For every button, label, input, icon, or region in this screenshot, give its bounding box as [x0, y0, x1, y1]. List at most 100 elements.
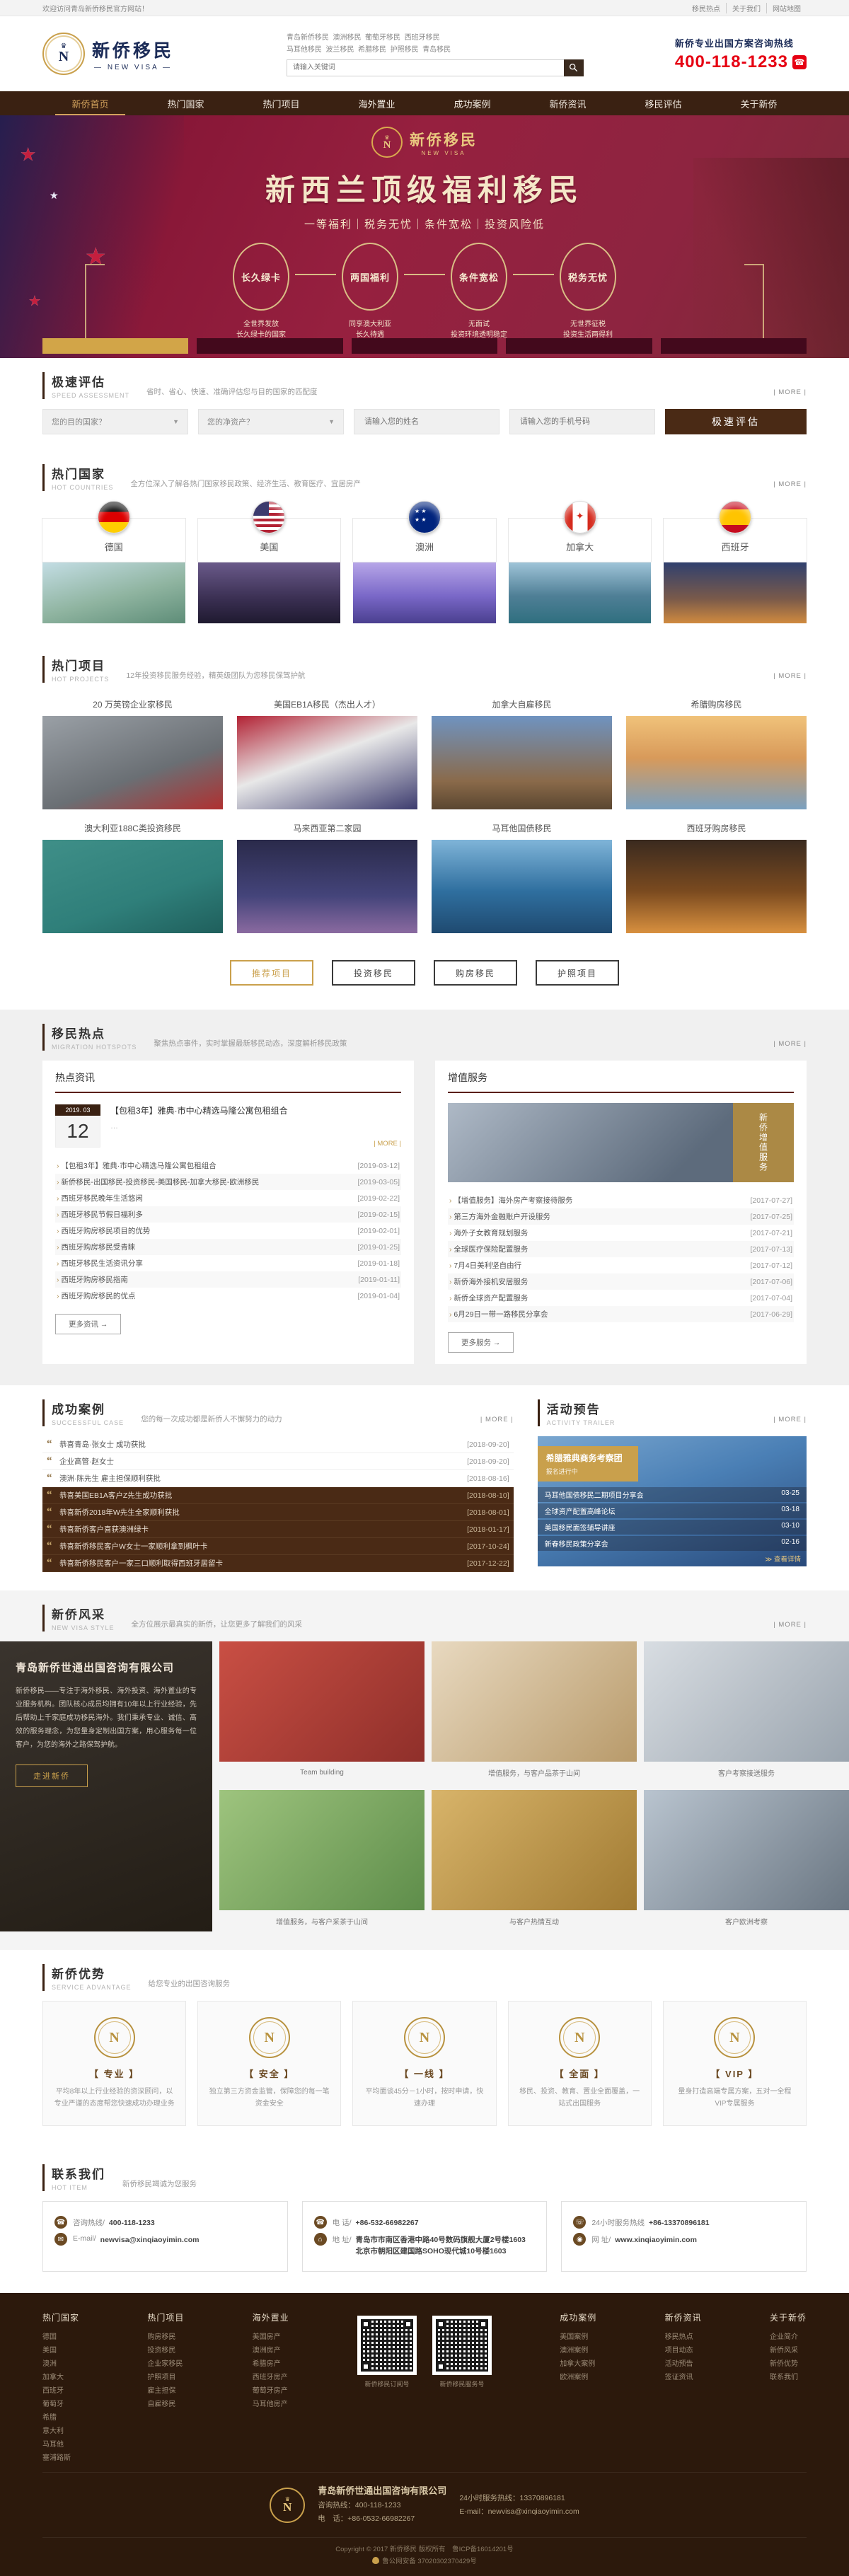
country-card[interactable]: 德国: [42, 501, 185, 623]
nav-item[interactable]: 海外置业: [329, 91, 424, 115]
contact-value[interactable]: www.xinqiaoyimin.com: [615, 2233, 697, 2246]
service-row[interactable]: 海外子女教育规划服务 [2017-07-21]: [448, 1225, 794, 1241]
featured-news[interactable]: 2019. 03 12 【包租3年】雅典·市中心精选马隆公寓包租组合 … | M…: [55, 1104, 401, 1148]
more-services-button[interactable]: 更多服务 →: [448, 1332, 514, 1353]
nav-item[interactable]: 关于新侨: [711, 91, 807, 115]
footer-link[interactable]: 雇主担保: [147, 2384, 184, 2398]
news-row[interactable]: 西班牙购房移民的优点 [2019-01-04]: [55, 1288, 401, 1304]
carousel-tab[interactable]: [197, 338, 342, 354]
project-card[interactable]: 马耳他国债移民: [432, 816, 612, 933]
footer-link[interactable]: 澳洲: [42, 2357, 79, 2371]
site-logo[interactable]: ♛ N 新侨移民 — NEW VISA —: [42, 33, 174, 75]
project-card[interactable]: 马来西亚第二家园: [237, 816, 417, 933]
footer-link[interactable]: 投资移民: [147, 2344, 184, 2357]
style-photo-cell[interactable]: 客户考察接送服务: [644, 1641, 849, 1783]
security-record[interactable]: 鲁公网安备 37020302370429号: [382, 2558, 477, 2565]
activity-row[interactable]: 新春移民政策分享会 02-16: [538, 1536, 807, 1551]
service-row[interactable]: 新侨全球资产配置服务 [2017-07-04]: [448, 1290, 794, 1306]
country-card[interactable]: 加拿大: [509, 501, 652, 623]
footer-link[interactable]: 澳洲案例: [560, 2344, 596, 2357]
footer-link[interactable]: 购房移民: [147, 2330, 184, 2344]
filter-button[interactable]: 护照项目: [536, 960, 619, 986]
footer-link[interactable]: 活动预告: [665, 2357, 702, 2371]
service-row[interactable]: 6月29日一带一路移民分享会 [2017-06-29]: [448, 1306, 794, 1322]
case-row[interactable]: “ 恭喜美国EB1A客户Z先生成功获批 [2018-08-10]: [42, 1487, 514, 1504]
service-row[interactable]: 全球医疗保险配置服务 [2017-07-13]: [448, 1241, 794, 1257]
case-row[interactable]: “ 企业高管·赵女士 [2018-09-20]: [42, 1453, 514, 1470]
country-card[interactable]: 澳洲: [353, 501, 496, 623]
net-assets-select[interactable]: 您的净资产？ ▼: [198, 409, 344, 434]
footer-link[interactable]: 企业简介: [770, 2330, 807, 2344]
case-row[interactable]: “ 恭喜新侨客户喜获澳洲绿卡 [2018-01-17]: [42, 1521, 514, 1538]
name-field[interactable]: [363, 417, 490, 427]
activity-row[interactable]: 美国移民面签辅导讲座 03-10: [538, 1520, 807, 1535]
footer-link[interactable]: 新侨风采: [770, 2344, 807, 2357]
footer-link[interactable]: 葡萄牙房产: [253, 2384, 289, 2398]
footer-link[interactable]: 马耳他: [42, 2438, 79, 2451]
news-row[interactable]: 西班牙移民生活资讯分享 [2019-01-18]: [55, 1255, 401, 1271]
case-row[interactable]: “ 澳洲·陈先生 雇主担保顺利获批 [2018-08-16]: [42, 1470, 514, 1487]
filter-button[interactable]: 投资移民: [332, 960, 415, 986]
tab-hot-news[interactable]: 热点资讯: [55, 1061, 401, 1093]
phone-field[interactable]: [519, 417, 646, 427]
enter-company-button[interactable]: 走进新侨: [16, 1764, 88, 1787]
case-row[interactable]: “ 恭喜新侨移民客户W女士一家顺利拿到枫叶卡 [2017-10-24]: [42, 1538, 514, 1555]
more-link[interactable]: | MORE |: [773, 1040, 807, 1048]
news-row[interactable]: 西班牙购房移民指南 [2019-01-11]: [55, 1271, 401, 1288]
footer-link[interactable]: 加拿大: [42, 2371, 79, 2384]
news-row[interactable]: 西班牙移民晚年生活悠闲 [2019-02-22]: [55, 1190, 401, 1206]
case-row[interactable]: “ 恭喜青岛·张女士 成功获批 [2018-09-20]: [42, 1436, 514, 1453]
featured-more-link[interactable]: | MORE |: [374, 1140, 401, 1148]
top-link[interactable]: 移民热点: [686, 3, 726, 13]
more-link[interactable]: | MORE |: [773, 672, 807, 680]
nav-item[interactable]: 移民评估: [616, 91, 711, 115]
footer-link[interactable]: 护照项目: [147, 2371, 184, 2384]
filter-button[interactable]: 购房移民: [434, 960, 517, 986]
footer-link[interactable]: 马耳他房产: [253, 2398, 289, 2411]
carousel-tab[interactable]: [352, 338, 497, 354]
footer-link[interactable]: 美国: [42, 2344, 79, 2357]
footer-link[interactable]: 塞浦路斯: [42, 2451, 79, 2465]
more-link[interactable]: | MORE |: [773, 388, 807, 396]
country-card[interactable]: 美国: [198, 501, 341, 623]
project-card[interactable]: 希腊购房移民: [626, 693, 807, 809]
news-row[interactable]: 西班牙移民节假日福利多 [2019-02-15]: [55, 1206, 401, 1223]
destination-country-select[interactable]: 您的目的国家？ ▼: [42, 409, 188, 434]
tab-value-services[interactable]: 增值服务: [448, 1061, 794, 1093]
style-photo-cell[interactable]: Team building: [219, 1641, 424, 1783]
style-photo-cell[interactable]: 增值服务，与客户品茶于山间: [432, 1641, 637, 1783]
project-card[interactable]: 澳大利亚188C类投资移民: [42, 816, 223, 933]
footer-link[interactable]: 西班牙: [42, 2384, 79, 2398]
service-row[interactable]: 新侨海外接机安居服务 [2017-07-06]: [448, 1273, 794, 1290]
project-card[interactable]: 西班牙购房移民: [626, 816, 807, 933]
case-row[interactable]: “ 恭喜新侨2018年W先生全家顺利获批 [2018-08-01]: [42, 1504, 514, 1521]
footer-link[interactable]: 美国案例: [560, 2330, 596, 2344]
more-news-button[interactable]: 更多资讯 →: [55, 1314, 121, 1334]
nav-item[interactable]: 热门国家: [138, 91, 233, 115]
assessment-submit-button[interactable]: 极速评估: [665, 409, 807, 434]
news-row[interactable]: 西班牙购房移民项目的优势 [2019-02-01]: [55, 1223, 401, 1239]
case-row[interactable]: “ 恭喜新侨移民客户一家三口顺利取得西班牙居留卡 [2017-12-22]: [42, 1555, 514, 1572]
nav-item[interactable]: 新侨资讯: [520, 91, 616, 115]
style-photo-cell[interactable]: 与客户热情互动: [432, 1790, 637, 1931]
footer-link[interactable]: 自雇移民: [147, 2398, 184, 2411]
service-row[interactable]: 【增值服务】海外房产考察接待服务 [2017-07-27]: [448, 1192, 794, 1208]
footer-link[interactable]: 德国: [42, 2330, 79, 2344]
footer-link[interactable]: 签证资讯: [665, 2371, 702, 2384]
nav-item[interactable]: 成功案例: [424, 91, 520, 115]
search-input[interactable]: [287, 59, 564, 76]
footer-link[interactable]: 新侨优势: [770, 2357, 807, 2371]
service-row[interactable]: 7月4日美利坚自由行 [2017-07-12]: [448, 1257, 794, 1273]
footer-link[interactable]: 企业家移民: [147, 2357, 184, 2371]
footer-link[interactable]: 美国房产: [253, 2330, 289, 2344]
footer-link[interactable]: 项目动态: [665, 2344, 702, 2357]
footer-link[interactable]: 加拿大案例: [560, 2357, 596, 2371]
activity-row[interactable]: 全球资产配置高峰论坛 03-18: [538, 1503, 807, 1518]
more-link[interactable]: | MORE |: [773, 1416, 807, 1423]
nav-item[interactable]: 新侨首页: [42, 91, 138, 115]
project-card[interactable]: 美国EB1A移民（杰出人才）: [237, 693, 417, 809]
footer-link[interactable]: 移民热点: [665, 2330, 702, 2344]
footer-link[interactable]: 欧洲案例: [560, 2371, 596, 2384]
carousel-tab[interactable]: [661, 338, 807, 354]
footer-link[interactable]: 希腊房产: [253, 2357, 289, 2371]
